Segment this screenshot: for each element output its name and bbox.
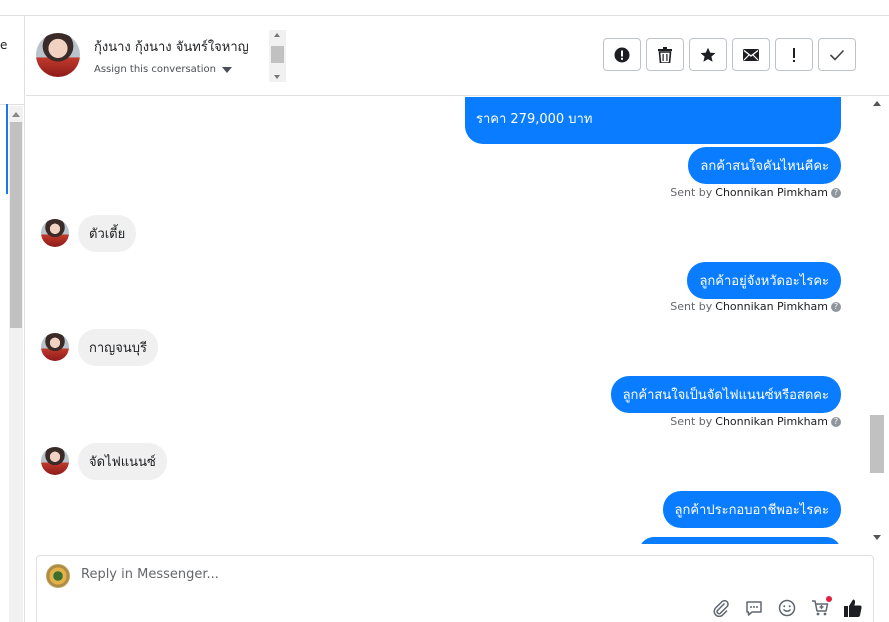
top-strip — [0, 0, 889, 16]
scroll-thumb[interactable] — [870, 415, 884, 473]
scroll-thumb[interactable] — [271, 46, 284, 63]
emoji-button[interactable] — [777, 598, 797, 618]
saved-reply-icon — [746, 601, 762, 616]
conversation-header: กุ้งนาง กุ้งนาง จันทร์ใจหาญ Assign this … — [26, 16, 889, 96]
reply-composer — [36, 555, 874, 622]
mark-spam-button[interactable] — [603, 38, 641, 71]
contact-avatar-small[interactable] — [41, 447, 69, 475]
delete-button[interactable] — [646, 38, 684, 71]
sender-name[interactable]: Chonnikan Pimkham — [715, 186, 828, 199]
contact-avatar-small[interactable] — [41, 333, 69, 361]
star-icon — [700, 47, 716, 62]
list-scrollbar[interactable] — [9, 106, 23, 622]
active-indicator — [6, 104, 8, 194]
sent-by-prefix: Sent by — [670, 186, 713, 199]
header-actions — [603, 38, 856, 71]
outgoing-message[interactable]: ลูกค้าอยู่จังหวัดอะไรคะ — [687, 262, 841, 299]
assign-conversation-dropdown[interactable]: Assign this conversation — [94, 64, 232, 75]
exclamation-icon — [793, 47, 795, 62]
saved-replies-button[interactable] — [744, 598, 764, 618]
message-thread: ราคา 279,000 บาท ลกค้าสนใจคันไหนคีคะ Sen… — [26, 97, 869, 544]
composer-tools — [711, 596, 863, 618]
scroll-down-arrow-icon[interactable] — [274, 75, 280, 79]
assign-label: Assign this conversation — [94, 64, 216, 75]
help-icon[interactable]: ? — [831, 187, 841, 198]
scroll-down-arrow-icon[interactable] — [873, 535, 881, 540]
outgoing-message-partial[interactable] — [639, 537, 841, 544]
scroll-up-arrow-icon[interactable] — [873, 101, 881, 106]
sender-name[interactable]: Chonnikan Pimkham — [715, 415, 828, 428]
like-button[interactable] — [843, 598, 863, 618]
mark-unread-button[interactable] — [732, 38, 770, 71]
scroll-up-arrow-icon[interactable] — [274, 33, 280, 37]
outgoing-message[interactable]: ลูกค้าประกอบอาชีพอะไรคะ — [662, 491, 841, 528]
contact-avatar-small[interactable] — [41, 219, 69, 247]
attach-button[interactable] — [711, 598, 731, 618]
incoming-message[interactable]: จัดไฟแนนซ์ — [78, 443, 167, 480]
reply-input[interactable] — [81, 567, 681, 582]
sent-by-label: Sent by Chonnikan Pimkham ? — [670, 300, 841, 313]
truncated-label: e — [0, 38, 8, 52]
mark-done-button[interactable] — [818, 38, 856, 71]
cart-icon — [812, 600, 829, 616]
scroll-up-arrow-icon[interactable] — [12, 112, 20, 117]
check-icon — [829, 49, 845, 61]
caret-down-icon — [221, 66, 232, 73]
divider — [0, 104, 25, 105]
message-text: ราคา 279,000 บาท — [476, 112, 593, 127]
conversation-list-panel: e — [0, 16, 25, 622]
help-icon[interactable]: ? — [831, 416, 841, 427]
contact-name[interactable]: กุ้งนาง กุ้งนาง จันทร์ใจหาญ — [94, 36, 249, 57]
contact-avatar[interactable] — [36, 33, 80, 77]
outgoing-message[interactable]: ราคา 279,000 บาท — [465, 97, 841, 144]
sent-by-label: Sent by Chonnikan Pimkham ? — [670, 415, 841, 428]
sent-by-prefix: Sent by — [670, 300, 713, 313]
name-scrollbar[interactable] — [269, 30, 286, 82]
envelope-icon — [743, 48, 759, 61]
alert-circle-icon — [614, 47, 630, 62]
thread-scrollbar[interactable] — [869, 97, 885, 544]
follow-up-button[interactable] — [775, 38, 813, 71]
scroll-thumb[interactable] — [10, 122, 22, 328]
outgoing-message[interactable]: ลูกค้าสนใจเป็นจัดไฟแนนซ์หรือสดคะ — [610, 376, 841, 413]
shop-button[interactable] — [810, 596, 832, 618]
sent-by-prefix: Sent by — [670, 415, 713, 428]
notification-dot — [826, 596, 832, 602]
page-avatar — [46, 564, 70, 588]
sent-by-label: Sent by Chonnikan Pimkham ? — [670, 186, 841, 199]
outgoing-message[interactable]: ลกค้าสนใจคันไหนคีคะ — [688, 147, 841, 184]
trash-icon — [658, 46, 672, 63]
sender-name[interactable]: Chonnikan Pimkham — [715, 300, 828, 313]
thumbs-up-icon — [844, 599, 862, 617]
help-icon[interactable]: ? — [831, 301, 841, 312]
incoming-message[interactable]: กาญจนบุรี — [78, 329, 158, 366]
star-button[interactable] — [689, 38, 727, 71]
emoji-icon — [778, 599, 796, 617]
incoming-message[interactable]: ตัวเตี้ย — [78, 215, 137, 252]
paperclip-icon — [713, 599, 729, 617]
